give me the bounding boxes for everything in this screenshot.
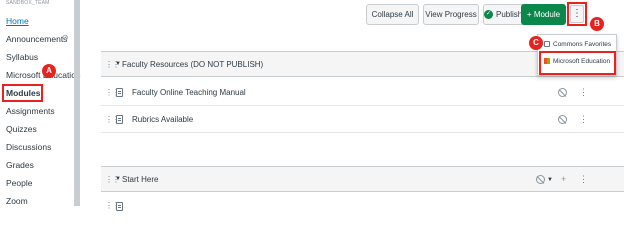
- module-item-title[interactable]: Faculty Online Teaching Manual: [132, 88, 246, 97]
- collapse-caret-icon[interactable]: ▼: [115, 176, 121, 182]
- page-icon: [116, 88, 123, 97]
- page-icon: [116, 115, 123, 124]
- callout-c: C: [529, 36, 543, 50]
- nav-item-assignments[interactable]: Assignments: [6, 106, 55, 116]
- module-header[interactable]: ⋮⋮ ▼ Start Here ▼ + ⋮: [101, 166, 624, 192]
- microsoft-education-highlight-box: [539, 51, 616, 75]
- nav-item-home[interactable]: Home: [6, 16, 29, 26]
- collapse-all-button[interactable]: Collapse All: [366, 4, 419, 25]
- nav-item-discussions[interactable]: Discussions: [6, 142, 51, 152]
- hidden-eye-icon: ⊘: [62, 33, 69, 42]
- nav-item-people[interactable]: People: [6, 178, 32, 188]
- item-options-icon[interactable]: ⋮: [579, 88, 588, 97]
- module-item-row[interactable]: ⋮⋮: [101, 193, 624, 211]
- nav-divider: [74, 0, 80, 206]
- commons-icon: [544, 41, 550, 48]
- course-code: SANDBOX_TEAM: [6, 0, 50, 6]
- view-progress-button[interactable]: View Progress: [423, 4, 479, 25]
- page-icon: [116, 202, 123, 211]
- item-options-icon[interactable]: ⋮: [579, 115, 588, 124]
- course-nav: SANDBOX_TEAM Home Announcements ⊘ Syllab…: [0, 0, 81, 206]
- modules-highlight-box: [2, 84, 43, 102]
- nav-item-zoom[interactable]: Zoom: [6, 196, 28, 206]
- menu-item-label: Commons Favorites: [553, 41, 612, 48]
- callout-b: B: [590, 17, 604, 31]
- module-title: Start Here: [122, 175, 159, 184]
- unpublished-icon[interactable]: [558, 88, 567, 97]
- add-item-icon[interactable]: +: [561, 174, 566, 184]
- callout-a: A: [42, 64, 56, 78]
- nav-item-quizzes[interactable]: Quizzes: [6, 124, 37, 134]
- unpublished-icon[interactable]: [558, 115, 567, 124]
- module-item-row[interactable]: ⋮⋮ Rubrics Available ⋮: [101, 106, 624, 133]
- nav-item-grades[interactable]: Grades: [6, 160, 34, 170]
- add-module-button[interactable]: + Module: [521, 4, 566, 25]
- check-icon: ✓: [484, 10, 493, 20]
- more-options-button[interactable]: ⋮: [570, 5, 584, 23]
- nav-item-announcements[interactable]: Announcements: [6, 34, 67, 44]
- module-item-row[interactable]: ⋮⋮ Faculty Online Teaching Manual ⋮: [101, 79, 624, 106]
- collapse-caret-icon[interactable]: ▼: [115, 61, 121, 67]
- module-options-icon[interactable]: ⋮: [579, 175, 588, 184]
- module-title: Faculty Resources (DO NOT PUBLISH): [122, 60, 264, 69]
- unpublished-icon[interactable]: [536, 175, 545, 184]
- module-item-title[interactable]: Rubrics Available: [132, 115, 193, 124]
- nav-item-syllabus[interactable]: Syllabus: [6, 52, 38, 62]
- chevron-down-icon[interactable]: ▼: [547, 177, 553, 183]
- menu-item-commons-favorites[interactable]: Commons Favorites: [544, 41, 611, 48]
